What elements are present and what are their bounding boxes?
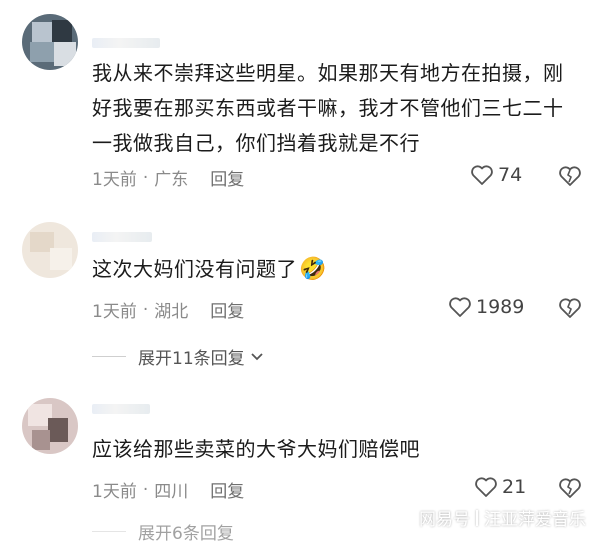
comment-text: 这次大妈们没有问题了 🤣 [92,252,582,287]
username-blurred [92,38,160,48]
separator: · [142,299,149,320]
expand-replies-button[interactable]: 展开11条回复 [92,344,265,369]
dislike-button[interactable] [558,165,582,191]
avatar[interactable] [22,14,78,70]
expand-replies-label: 展开11条回复 [138,349,245,369]
like-count: 1989 [476,296,525,318]
chevron-down-icon [251,352,263,360]
comment-meta: 1天前 · 湖北 回复 [92,297,244,323]
like-count: 21 [502,476,527,498]
heart-outline-icon [471,165,493,185]
heart-outline-icon [475,477,497,497]
username-blurred [92,404,150,414]
heart-outline-icon [449,297,471,317]
expand-divider [92,356,126,357]
timestamp: 1天前 [92,302,137,322]
separator: · [142,479,149,500]
comment-meta: 1天前 · 四川 回复 [92,477,244,503]
watermark-divider [476,509,478,526]
comment-text: 我从来不崇拜这些明星。如果那天有地方在拍摄，刚好我要在那买东西或者干嘛，我才不管… [92,61,564,155]
avatar[interactable] [22,222,78,278]
comment-text-content: 这次大妈们没有问题了 [92,257,297,281]
timestamp: 1天前 [92,482,137,502]
like-button[interactable]: 1989 [448,296,524,318]
location: 湖北 [154,302,189,322]
reply-button[interactable]: 回复 [210,165,244,190]
username-blurred [92,232,152,242]
watermark: 网易号 汪亚萍爱音乐 [419,505,586,530]
like-count: 74 [498,164,523,186]
comment-meta: 1天前 · 广东 回复 [92,165,244,191]
expand-divider [92,531,126,532]
expand-replies-button[interactable]: 展开6条回复 [92,519,234,544]
timestamp: 1天前 [92,170,137,190]
like-button[interactable]: 74 [470,164,522,186]
reply-button[interactable]: 回复 [210,297,244,322]
watermark-author: 汪亚萍爱音乐 [484,510,586,530]
laughing-emoji: 🤣 [299,257,327,282]
avatar[interactable] [22,398,78,454]
reply-button[interactable]: 回复 [210,477,244,502]
comment-text: 应该给那些卖菜的大爷大妈们赔偿吧 [92,437,420,461]
like-button[interactable]: 21 [474,476,526,498]
broken-heart-icon [559,166,581,186]
separator: · [142,167,149,188]
broken-heart-icon [559,478,581,498]
dislike-button[interactable] [558,297,582,323]
expand-replies-label: 展开6条回复 [138,524,234,544]
watermark-source: 网易号 [419,510,470,530]
broken-heart-icon [559,298,581,318]
location: 广东 [154,170,189,190]
dislike-button[interactable] [558,477,582,503]
location: 四川 [154,482,189,502]
